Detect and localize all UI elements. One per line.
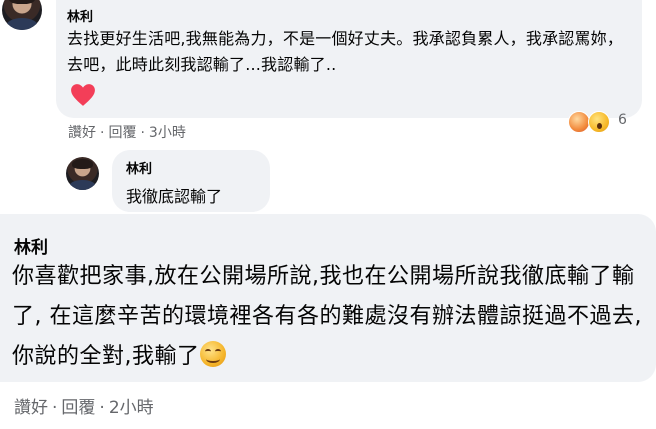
timestamp[interactable]: 3小時 <box>149 125 186 141</box>
comment-text-body: 你喜歡把家事,放在公開場所說,我也在公開場所說我徹底輸了輸了, 在這麼辛苦的環境… <box>12 264 642 369</box>
comment-author[interactable]: 林利 <box>14 233 48 258</box>
separator: · <box>100 125 105 141</box>
comment-author[interactable]: 林利 <box>67 6 93 25</box>
wow-emoji-icon <box>588 111 610 133</box>
reaction-count: 6 <box>618 112 627 128</box>
avatar[interactable] <box>2 0 42 30</box>
haha-emoji-icon <box>568 111 590 133</box>
separator: · <box>52 398 58 418</box>
reply-text: 我徹底認輸了 <box>126 187 223 206</box>
comment-text: 你喜歡把家事,放在公開場所說,我也在公開場所說我徹底輸了輸了, 在這麼辛苦的環境… <box>12 257 652 377</box>
reply-link[interactable]: 回覆 <box>61 398 95 418</box>
heart-icon <box>71 84 95 106</box>
comment-actions: 讚好 · 回覆 · 3小時 <box>68 122 190 142</box>
comment-actions: 讚好 · 回覆 · 2小時 <box>14 393 158 418</box>
avatar[interactable] <box>66 157 99 190</box>
like-link[interactable]: 讚好 <box>68 125 96 141</box>
separator: · <box>99 398 105 418</box>
separator: · <box>140 125 145 141</box>
timestamp[interactable]: 2小時 <box>109 398 154 418</box>
smiling-face-icon <box>199 341 226 367</box>
reply-author[interactable]: 林利 <box>126 158 152 177</box>
reply-link[interactable]: 回覆 <box>108 125 136 141</box>
comment-text: 去找更好生活吧,我無能為力，不是一個好丈夫。我承認負累人，我承認罵妳，去吧，此時… <box>67 29 624 74</box>
like-link[interactable]: 讚好 <box>14 398 48 418</box>
